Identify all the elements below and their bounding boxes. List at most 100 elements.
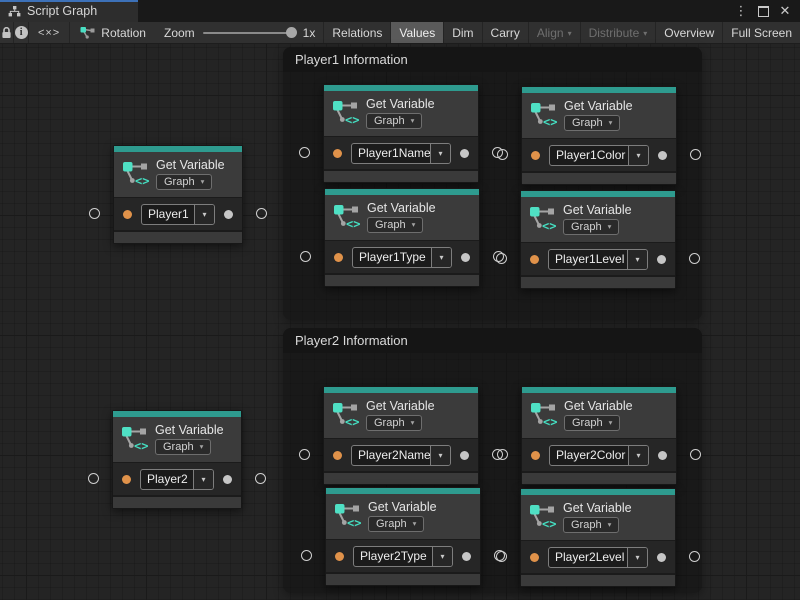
value-input-port[interactable]: [334, 253, 343, 262]
chevron-down-icon[interactable]: ▾: [431, 248, 451, 267]
graph-canvas[interactable]: Player1 Information Player2 Information …: [0, 44, 800, 600]
lock-button[interactable]: [0, 22, 14, 43]
chevron-down-icon[interactable]: ▾: [627, 250, 647, 269]
fullscreen-button[interactable]: Full Screen: [723, 22, 800, 43]
value-input-port[interactable]: [531, 151, 540, 160]
output-port[interactable]: [689, 253, 700, 264]
input-port[interactable]: [300, 251, 311, 262]
value-output-port[interactable]: [657, 255, 666, 264]
input-port[interactable]: [496, 253, 507, 264]
graph-kind-dropdown[interactable]: Graph▾: [564, 115, 620, 131]
info-button[interactable]: i: [14, 22, 28, 43]
variable-dropdown[interactable]: Player2 ▾: [140, 469, 214, 490]
input-port[interactable]: [299, 147, 310, 158]
value-output-port[interactable]: [460, 149, 469, 158]
values-button[interactable]: Values: [391, 22, 444, 43]
graph-kind-dropdown[interactable]: Graph▾: [564, 415, 620, 431]
value-input-port[interactable]: [123, 210, 132, 219]
value-input-port[interactable]: [333, 149, 342, 158]
input-port[interactable]: [89, 208, 100, 219]
variable-dropdown[interactable]: Player1Level ▾: [548, 249, 648, 270]
graph-kind-dropdown[interactable]: Graph▾: [155, 439, 211, 455]
chevron-down-icon[interactable]: ▾: [628, 446, 648, 465]
value-output-port[interactable]: [462, 552, 471, 561]
node-body: Player1 ▾: [114, 197, 242, 230]
tab-script-graph[interactable]: Script Graph: [0, 0, 138, 22]
get-variable-node-player2[interactable]: <> Get Variable Graph▾ Player2 ▾: [112, 410, 242, 509]
get-variable-node-player2level[interactable]: <> Get Variable Graph▾ Player2Level ▾: [520, 488, 676, 587]
get-variable-node-player1name[interactable]: <> Get Variable Graph▾ Player1Name ▾: [323, 84, 479, 183]
variable-dropdown[interactable]: Player2Type ▾: [353, 546, 453, 567]
rotation-control[interactable]: Rotation: [70, 22, 156, 43]
node-body: Player2Type ▾: [326, 539, 480, 572]
variable-dropdown[interactable]: Player1Type ▾: [352, 247, 452, 268]
relations-button[interactable]: Relations: [324, 22, 391, 43]
value-input-port[interactable]: [335, 552, 344, 561]
maximize-icon[interactable]: [754, 2, 772, 20]
value-output-port[interactable]: [223, 475, 232, 484]
value-input-port[interactable]: [333, 451, 342, 460]
variable-dropdown[interactable]: Player1Color ▾: [549, 145, 649, 166]
input-port[interactable]: [299, 449, 310, 460]
value-output-port[interactable]: [224, 210, 233, 219]
get-variable-node-player1[interactable]: <> Get Variable Graph▾ Player1 ▾: [113, 145, 243, 244]
value-output-port[interactable]: [461, 253, 470, 262]
group-header[interactable]: Player2 Information: [283, 328, 702, 353]
input-port[interactable]: [301, 550, 312, 561]
value-input-port[interactable]: [531, 451, 540, 460]
node-title: Get Variable: [564, 399, 633, 413]
value-output-port[interactable]: [460, 451, 469, 460]
chevron-down-icon[interactable]: ▾: [627, 548, 647, 567]
value-output-port[interactable]: [657, 553, 666, 562]
carry-button[interactable]: Carry: [483, 22, 529, 43]
input-port[interactable]: [496, 551, 507, 562]
graph-kind-dropdown[interactable]: Graph▾: [563, 219, 619, 235]
dim-button[interactable]: Dim: [444, 22, 482, 43]
node-header: <> Get Variable Graph▾: [522, 93, 676, 138]
overview-button[interactable]: Overview: [656, 22, 723, 43]
value-output-port[interactable]: [658, 451, 667, 460]
chevron-down-icon[interactable]: ▾: [628, 146, 648, 165]
variable-dropdown[interactable]: Player2Level ▾: [548, 547, 648, 568]
value-input-port[interactable]: [122, 475, 131, 484]
get-variable-node-player2name[interactable]: <> Get Variable Graph▾ Player2Name ▾: [323, 386, 479, 485]
output-port[interactable]: [689, 551, 700, 562]
graph-kind-dropdown[interactable]: Graph▾: [366, 113, 422, 129]
chevron-down-icon[interactable]: ▾: [430, 144, 450, 163]
group-header[interactable]: Player1 Information: [283, 47, 702, 72]
output-port[interactable]: [690, 149, 701, 160]
variable-dropdown[interactable]: Player2Color ▾: [549, 445, 649, 466]
get-variable-node-player2color[interactable]: <> Get Variable Graph▾ Player2Color ▾: [521, 386, 677, 485]
close-icon[interactable]: ✕: [776, 2, 794, 20]
node-footer: [522, 171, 676, 184]
graph-kind-dropdown[interactable]: Graph▾: [366, 415, 422, 431]
input-port[interactable]: [497, 449, 508, 460]
variable-dropdown[interactable]: Player2Name ▾: [351, 445, 451, 466]
chevron-down-icon[interactable]: ▾: [432, 547, 452, 566]
input-port[interactable]: [497, 149, 508, 160]
graph-kind-dropdown[interactable]: Graph▾: [563, 517, 619, 533]
chevron-down-icon[interactable]: ▾: [193, 470, 213, 489]
zoom-slider[interactable]: [203, 32, 295, 34]
output-port[interactable]: [256, 208, 267, 219]
get-variable-node-player1type[interactable]: <> Get Variable Graph▾ Player1Type ▾: [324, 188, 480, 287]
get-variable-node-player1level[interactable]: <> Get Variable Graph▾ Player1Level ▾: [520, 190, 676, 289]
code-preview-button[interactable]: <×>: [29, 22, 70, 43]
value-input-port[interactable]: [530, 255, 539, 264]
input-port[interactable]: [88, 473, 99, 484]
value-input-port[interactable]: [530, 553, 539, 562]
graph-kind-dropdown[interactable]: Graph▾: [156, 174, 212, 190]
window-menu-icon[interactable]: ⋮: [732, 2, 750, 20]
get-variable-node-player1color[interactable]: <> Get Variable Graph▾ Player1Color ▾: [521, 86, 677, 185]
zoom-slider-handle[interactable]: [286, 27, 297, 38]
variable-dropdown[interactable]: Player1 ▾: [141, 204, 215, 225]
output-port[interactable]: [255, 473, 266, 484]
chevron-down-icon[interactable]: ▾: [430, 446, 450, 465]
graph-kind-dropdown[interactable]: Graph▾: [368, 516, 424, 532]
output-port[interactable]: [690, 449, 701, 460]
chevron-down-icon[interactable]: ▾: [194, 205, 214, 224]
variable-dropdown[interactable]: Player1Name ▾: [351, 143, 451, 164]
graph-kind-dropdown[interactable]: Graph▾: [367, 217, 423, 233]
get-variable-node-player2type[interactable]: <> Get Variable Graph▾ Player2Type ▾: [325, 487, 481, 586]
value-output-port[interactable]: [658, 151, 667, 160]
